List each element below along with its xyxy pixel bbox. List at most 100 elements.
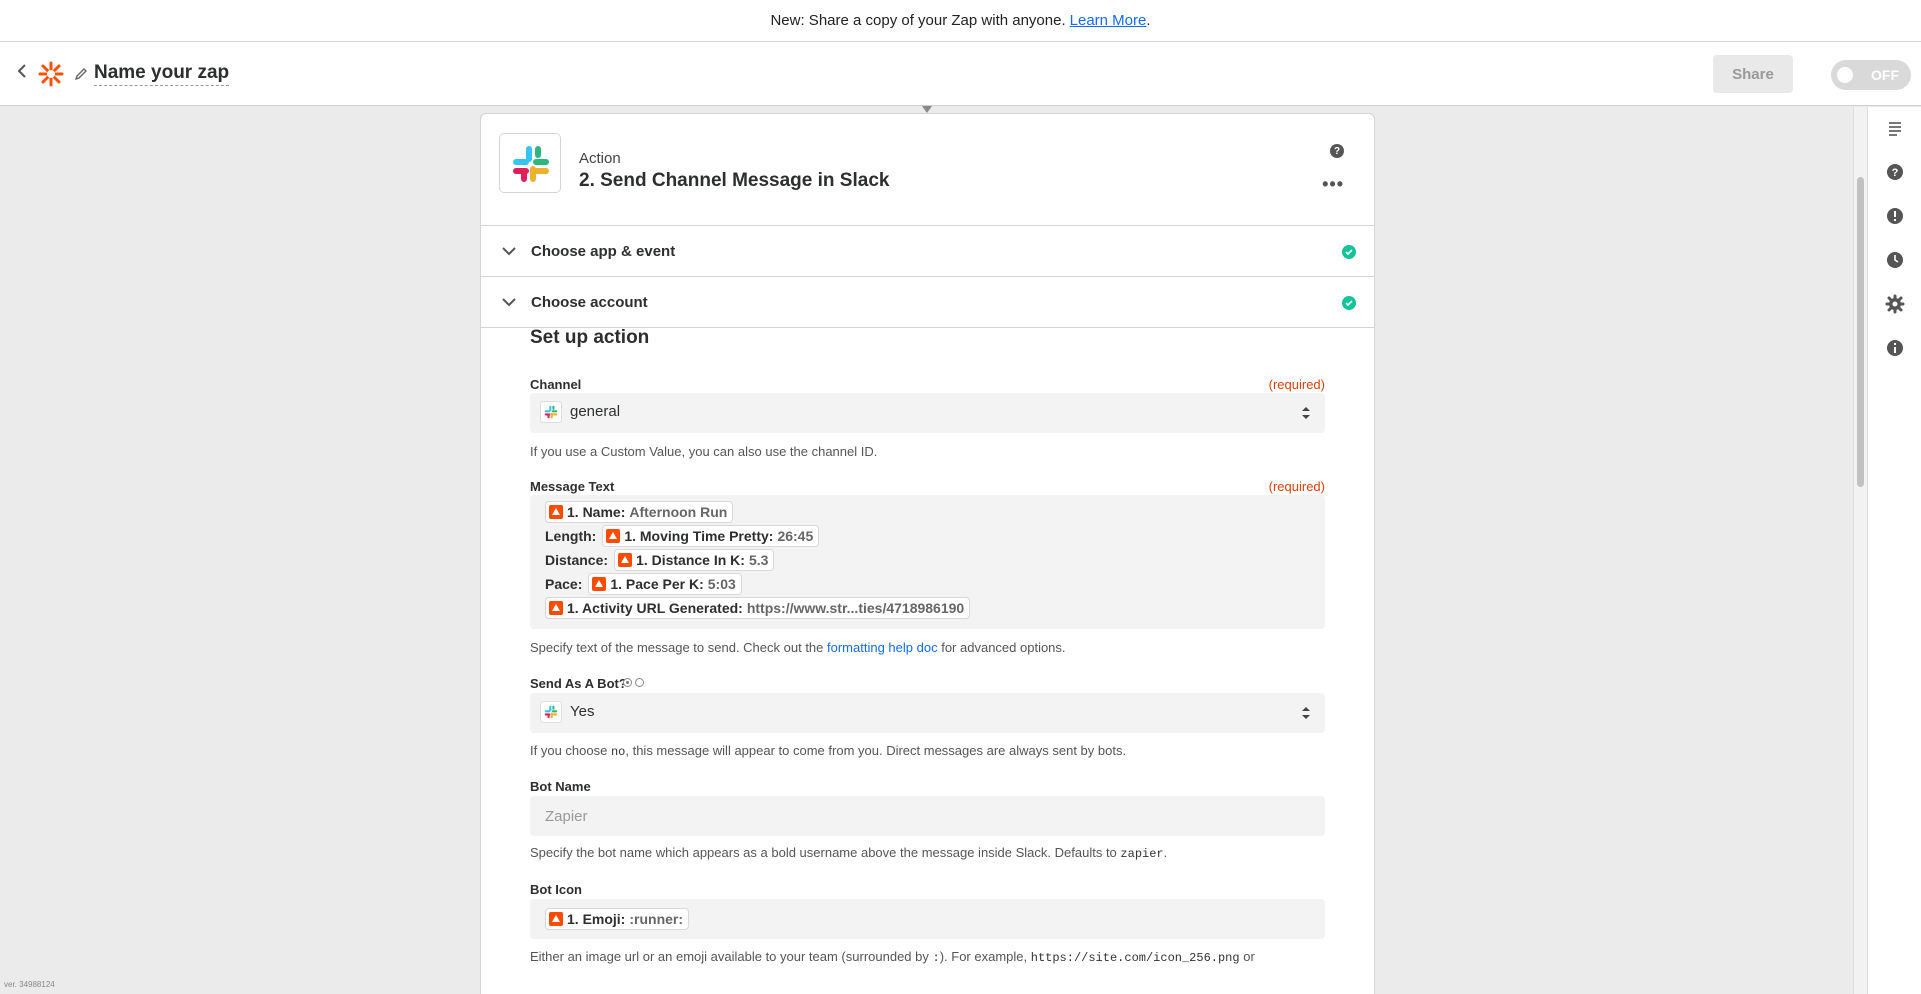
help-icon[interactable]: ?: [1885, 162, 1905, 182]
slack-app-icon: [499, 133, 561, 193]
send-as-bot-select[interactable]: Yes: [530, 693, 1325, 733]
strava-icon: [549, 601, 563, 615]
line-prefix: Distance:: [545, 552, 609, 568]
help-code: :: [932, 951, 940, 965]
zap-name-input[interactable]: Name your zap: [94, 62, 230, 86]
pill-key: 1. Moving Time Pretty:: [624, 528, 774, 544]
help-text: Either an image url or an emoji availabl…: [530, 949, 929, 964]
step-more-options-icon[interactable]: •••: [1322, 174, 1344, 195]
pencil-icon[interactable]: [74, 67, 88, 81]
bot-name-help: Specify the bot name which appears as a …: [530, 845, 1167, 861]
pill-key: 1. Activity URL Generated:: [567, 600, 743, 616]
message-text-label: Message Text: [530, 479, 615, 494]
help-text: or: [1243, 949, 1255, 964]
help-text: If you choose: [530, 743, 608, 758]
message-text-field[interactable]: 1. Name: Afternoon Run Length: 1. Moving …: [530, 495, 1325, 629]
accordion-choose-account[interactable]: Choose account: [481, 277, 1374, 328]
step-connector-arrow-icon: [922, 106, 932, 113]
step-header[interactable]: Action 2. Send Channel Message in Slack …: [481, 114, 1374, 226]
info-icon[interactable]: [1885, 338, 1905, 358]
bot-icon-label: Bot Icon: [530, 882, 582, 897]
channel-label: Channel: [530, 377, 582, 392]
strava-icon: [606, 529, 621, 543]
pill-value: https://www.str...ties/4718986190: [746, 600, 965, 616]
step-help-icon[interactable]: ?: [1330, 144, 1344, 158]
radio-no[interactable]: [635, 678, 644, 687]
slack-icon: [540, 701, 562, 723]
bot-help: If you choose no, this message will appe…: [530, 743, 1126, 759]
check-circle-icon: [1342, 245, 1356, 259]
back-chevron-icon[interactable]: [16, 62, 34, 85]
bot-value: Yes: [570, 703, 595, 720]
zapier-logo-icon[interactable]: [38, 61, 64, 87]
step-title: 2. Send Channel Message in Slack: [579, 170, 890, 191]
accordion-label: Choose account: [531, 293, 648, 311]
help-text: , this message will appear to come from …: [625, 743, 1127, 758]
pill-key: 1. Name:: [567, 504, 626, 520]
bot-icon-help: Either an image url or an emoji availabl…: [530, 949, 1255, 965]
strava-icon: [618, 553, 633, 567]
field-label-text: Send As A Bot?: [530, 676, 627, 691]
toggle-knob: [1837, 67, 1853, 83]
strava-icon: [549, 505, 563, 519]
history-icon[interactable]: [1885, 250, 1905, 270]
field-pill[interactable]: 1. Name: Afternoon Run: [545, 501, 734, 523]
help-text: .: [1163, 845, 1168, 860]
help-text: Specify the bot name which appears as a …: [530, 845, 1117, 860]
check-circle-icon: [1342, 296, 1356, 310]
send-as-bot-label: Send As A Bot?: [530, 676, 644, 691]
channel-select[interactable]: general: [530, 393, 1325, 433]
required-badge: (required): [1268, 377, 1325, 392]
formatting-help-link[interactable]: formatting help doc: [827, 640, 938, 655]
page-scrollbar[interactable]: [1853, 107, 1867, 994]
banner-text: New: Share a copy of your Zap with anyon…: [770, 12, 1066, 29]
step-type-label: Action: [579, 150, 621, 167]
pill-value: 5.3: [748, 552, 769, 568]
learn-more-link[interactable]: Learn More: [1070, 12, 1147, 29]
notes-icon[interactable]: [1885, 118, 1905, 138]
help-text: ). For example,: [939, 949, 1028, 964]
action-step-card: Action 2. Send Channel Message in Slack …: [480, 113, 1375, 994]
svg-text:?: ?: [1892, 167, 1899, 179]
alert-icon[interactable]: [1885, 206, 1905, 226]
bot-name-placeholder: Zapier: [545, 808, 588, 825]
help-text: Specify text of the message to send. Che…: [530, 640, 824, 655]
help-code: https://site.com/icon_256.png: [1030, 951, 1240, 965]
slack-icon: [540, 401, 562, 423]
share-button[interactable]: Share: [1713, 55, 1793, 93]
message-help: Specify text of the message to send. Che…: [530, 640, 1066, 655]
radio-yes[interactable]: [623, 678, 632, 687]
field-pill[interactable]: 1. Activity URL Generated: https://www.st…: [545, 597, 971, 619]
settings-icon[interactable]: [1885, 294, 1905, 314]
required-badge: (required): [1268, 479, 1325, 494]
bot-name-input[interactable]: Zapier: [530, 796, 1325, 836]
section-title: Set up action: [530, 327, 650, 348]
message-line: Pace: 1. Pace Per K: 5:03: [545, 573, 742, 595]
help-code: zapier: [1120, 847, 1164, 861]
line-prefix: Pace:: [545, 576, 583, 592]
zap-on-off-toggle[interactable]: OFF: [1831, 60, 1911, 90]
message-line: Length: 1. Moving Time Pretty: 26:45: [545, 525, 820, 547]
right-sidebar: ?: [1867, 107, 1921, 994]
banner-suffix: .: [1146, 12, 1151, 29]
announcement-banner: New: Share a copy of your Zap with anyon…: [0, 0, 1921, 42]
channel-help: If you use a Custom Value, you can also …: [530, 444, 878, 459]
accordion-choose-app-event[interactable]: Choose app & event: [481, 226, 1374, 277]
field-pill[interactable]: 1. Emoji::runner:: [545, 908, 690, 930]
channel-value: general: [570, 403, 621, 420]
strava-icon: [592, 577, 607, 591]
pill-value: 26:45: [777, 528, 814, 544]
radio-group: [623, 678, 644, 687]
field-pill[interactable]: 1. Distance In K: 5.3: [614, 549, 775, 571]
scrollbar-thumb[interactable]: [1857, 177, 1864, 487]
strava-icon: [549, 912, 563, 926]
pill-value: :runner:: [629, 911, 684, 927]
editor-header: Name your zap Share OFF: [0, 42, 1921, 106]
pill-value: Afternoon Run: [629, 504, 728, 520]
field-pill[interactable]: 1. Moving Time Pretty: 26:45: [602, 525, 820, 547]
message-line: 1. Name: Afternoon Run: [545, 501, 734, 523]
field-pill[interactable]: 1. Pace Per K: 5:03: [588, 573, 742, 595]
chevron-down-icon: [499, 292, 519, 312]
bot-icon-field[interactable]: 1. Emoji::runner:: [530, 899, 1325, 939]
message-line: Distance: 1. Distance In K: 5.3: [545, 549, 775, 571]
